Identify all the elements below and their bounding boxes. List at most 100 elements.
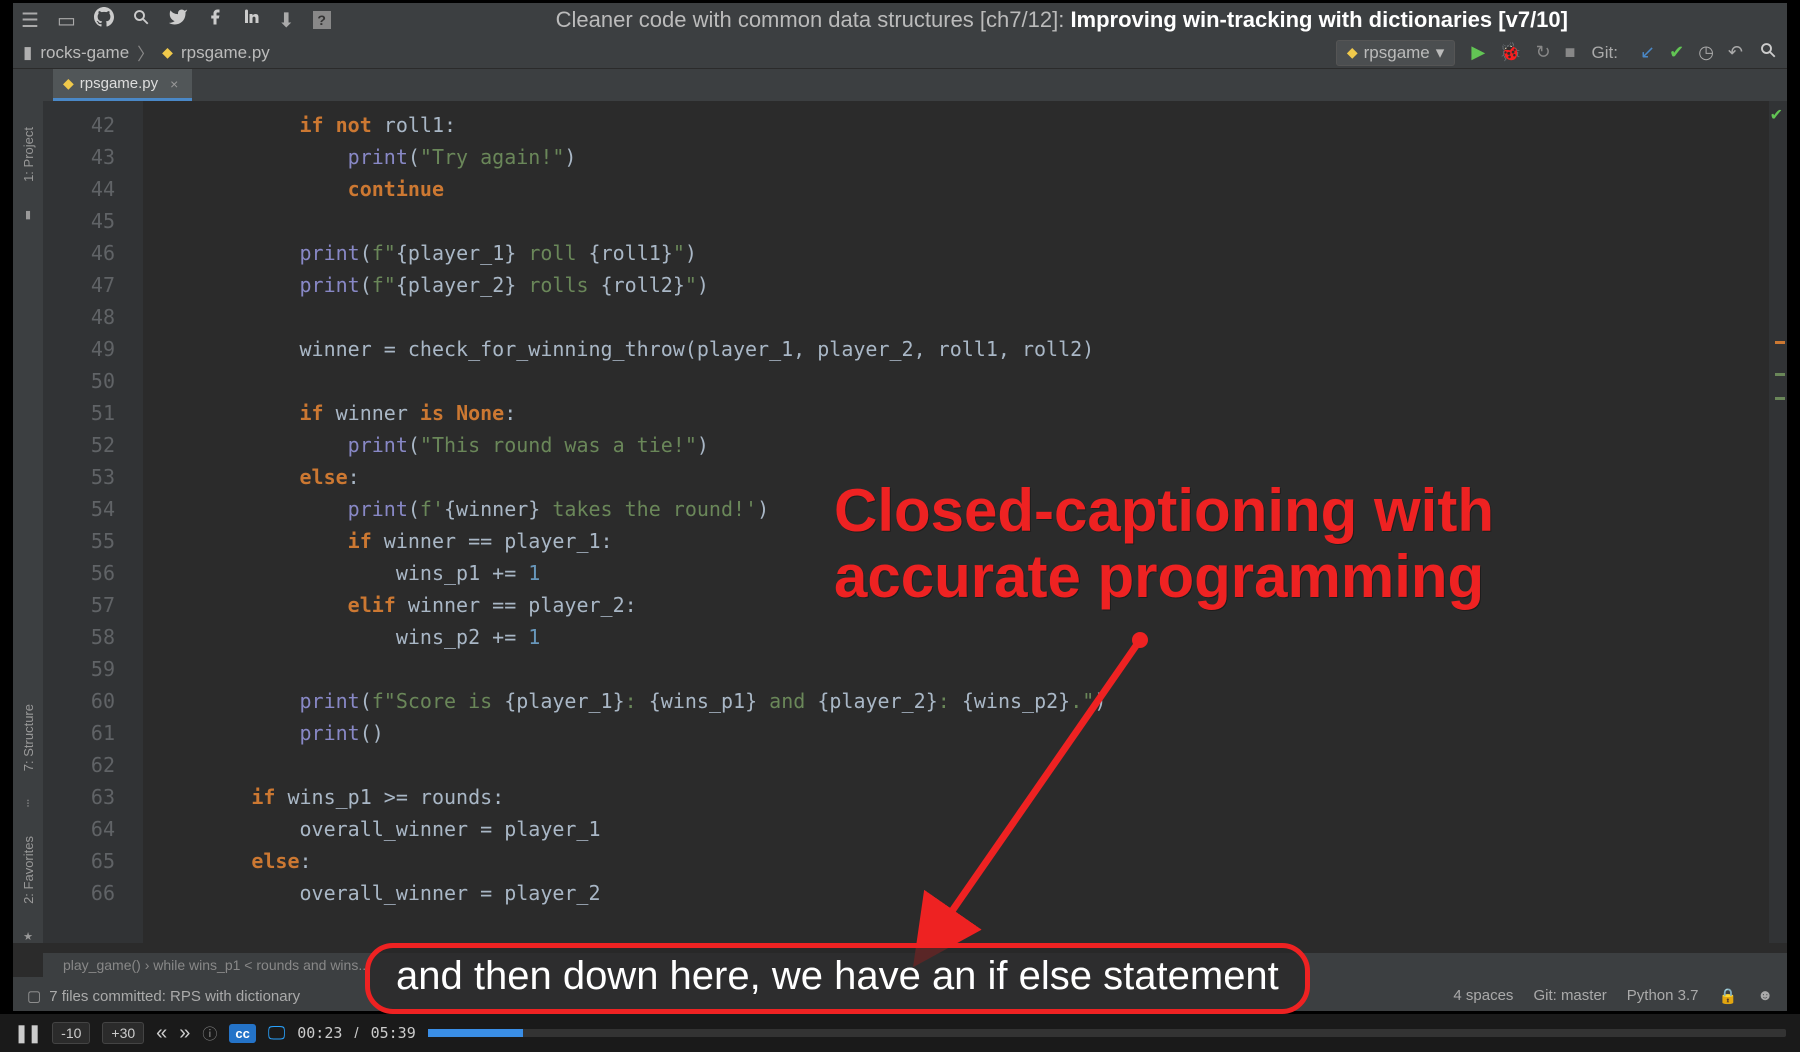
code-line — [155, 365, 1769, 397]
code-line: print("This round was a tie!") — [155, 429, 1769, 461]
line-number: 45 — [43, 205, 115, 237]
fold-column — [125, 101, 143, 943]
code-breadcrumb-text: play_game() › while wins_p1 < rounds and… — [63, 957, 370, 973]
lock-icon[interactable]: 🔒 — [1719, 987, 1738, 1005]
line-number: 47 — [43, 269, 115, 301]
help-icon[interactable]: ? — [313, 11, 331, 29]
code-line: if winner is None: — [155, 397, 1769, 429]
star-icon[interactable]: ★ — [23, 930, 33, 943]
facebook-icon[interactable] — [206, 8, 224, 32]
progress-bar[interactable] — [428, 1029, 1786, 1037]
breadcrumb-folder[interactable]: rocks-game — [40, 43, 129, 63]
code-line — [155, 301, 1769, 333]
line-number: 49 — [43, 333, 115, 365]
code-line: continue — [155, 173, 1769, 205]
back-10-button[interactable]: -10 — [52, 1022, 90, 1044]
run-config-name: rpsgame — [1364, 43, 1430, 63]
interpreter-status[interactable]: Python 3.7 — [1627, 987, 1699, 1005]
next-button[interactable]: » — [179, 1022, 190, 1045]
annotation-line-1: Closed-captioning with — [834, 478, 1494, 544]
line-number: 44 — [43, 173, 115, 205]
menu-icon[interactable]: ☰ — [21, 8, 39, 33]
video-player-bar: ❚❚ -10 +30 « » ⓘ cc 🖵 00:23 / 05:39 — [0, 1014, 1800, 1052]
sidebar-project[interactable]: 1: Project — [21, 121, 36, 188]
git-history-icon[interactable]: ◷ — [1698, 42, 1714, 63]
book-icon[interactable]: ▭ — [57, 8, 76, 33]
line-number: 46 — [43, 237, 115, 269]
structure-icon[interactable]: ⁝ — [26, 797, 30, 810]
run-config-selector[interactable]: ◆ rpsgame ▾ — [1336, 40, 1455, 66]
run-button[interactable]: ▶ — [1471, 42, 1485, 63]
commit-indicator-icon: ▢ — [27, 987, 41, 1005]
display-icon[interactable]: 🖵 — [268, 1023, 285, 1044]
line-number: 63 — [43, 781, 115, 813]
editor-tabs: ◆ rpsgame.py × — [13, 69, 1787, 101]
code-line: overall_winner = player_2 — [155, 877, 1769, 909]
close-tab-icon[interactable]: × — [170, 76, 178, 92]
tab-rpsgame[interactable]: ◆ rpsgame.py × — [53, 69, 192, 101]
navigation-bar: ▮ rocks-game 〉 ◆ rpsgame.py ◆ rpsgame ▾ … — [13, 37, 1787, 69]
hector-icon[interactable]: ☻ — [1757, 987, 1773, 1005]
line-number: 60 — [43, 685, 115, 717]
cc-button[interactable]: cc — [229, 1024, 255, 1043]
caption-text: and then down here, we have an if else s… — [396, 954, 1279, 998]
pause-button[interactable]: ❚❚ — [14, 1023, 40, 1044]
info-button[interactable]: ⓘ — [202, 1023, 217, 1044]
code-line: print(f"{player_1} roll {roll1}") — [155, 237, 1769, 269]
macos-menubar: ☰ ▭ ⬇ ? Cleaner code with common data st… — [13, 3, 1787, 37]
code-line — [155, 205, 1769, 237]
search-everywhere-icon[interactable] — [1759, 41, 1777, 64]
line-number: 61 — [43, 717, 115, 749]
menubar-icon-group: ☰ ▭ ⬇ ? — [21, 7, 331, 33]
git-branch-status[interactable]: Git: master — [1533, 987, 1606, 1005]
rerun-button[interactable]: ↻ — [1536, 42, 1551, 63]
download-icon[interactable]: ⬇ — [278, 8, 295, 33]
twitter-icon[interactable] — [168, 7, 188, 33]
python-file-icon: ◆ — [63, 75, 74, 92]
line-number: 51 — [43, 397, 115, 429]
forward-30-button[interactable]: +30 — [102, 1022, 144, 1044]
line-number: 56 — [43, 557, 115, 589]
stop-button[interactable]: ■ — [1565, 42, 1576, 63]
github-icon[interactable] — [94, 7, 114, 33]
annotation-text: Closed-captioning with accurate programm… — [834, 478, 1494, 610]
sidebar-structure[interactable]: 7: Structure — [21, 698, 36, 777]
git-revert-icon[interactable]: ↶ — [1728, 42, 1743, 63]
title-prefix: Cleaner code with common data structures… — [556, 7, 1065, 32]
git-label: Git: — [1592, 43, 1618, 63]
code-line: print(f"Score is {player_1}: {wins_p1} a… — [155, 685, 1769, 717]
code-line: if not roll1: — [155, 109, 1769, 141]
line-number: 62 — [43, 749, 115, 781]
folder-tool-icon[interactable]: ▮ — [25, 208, 31, 221]
left-tool-strip: 1: Project ▮ 7: Structure ⁝ 2: Favorites… — [13, 101, 43, 943]
debug-button[interactable]: 🐞 — [1499, 42, 1521, 63]
git-commit-icon[interactable]: ✔ — [1669, 42, 1684, 63]
sidebar-favorites[interactable]: 2: Favorites — [21, 830, 36, 910]
python-file-icon: ◆ — [162, 44, 173, 61]
inspection-ok-icon: ✔ — [1770, 105, 1783, 125]
breadcrumb-file[interactable]: rpsgame.py — [181, 43, 270, 63]
chevron-down-icon: ▾ — [1436, 43, 1445, 63]
code-line: print(f"{player_2} rolls {roll2}") — [155, 269, 1769, 301]
code-line: else: — [155, 845, 1769, 877]
breadcrumb-separator: 〉 — [137, 40, 154, 65]
git-toolbar: ↙ ✔ ◷ ↶ — [1632, 42, 1751, 63]
line-number: 54 — [43, 493, 115, 525]
commit-message: 7 files committed: RPS with dictionary — [49, 988, 300, 1005]
python-icon: ◆ — [1347, 44, 1358, 61]
annotation-line-2: accurate programming — [834, 544, 1494, 610]
current-time: 00:23 — [297, 1024, 342, 1042]
line-number: 50 — [43, 365, 115, 397]
git-update-icon[interactable]: ↙ — [1640, 42, 1655, 63]
line-number: 66 — [43, 877, 115, 909]
video-title: Cleaner code with common data structures… — [345, 7, 1779, 33]
closed-caption: and then down here, we have an if else s… — [365, 943, 1310, 1014]
prev-button[interactable]: « — [156, 1022, 167, 1045]
indent-status[interactable]: 4 spaces — [1453, 987, 1513, 1005]
error-stripe: ✔ — [1769, 101, 1787, 943]
code-line: if wins_p1 >= rounds: — [155, 781, 1769, 813]
line-number: 55 — [43, 525, 115, 557]
linkedin-icon[interactable] — [242, 8, 260, 32]
code-line: overall_winner = player_1 — [155, 813, 1769, 845]
search-icon[interactable] — [132, 8, 150, 32]
